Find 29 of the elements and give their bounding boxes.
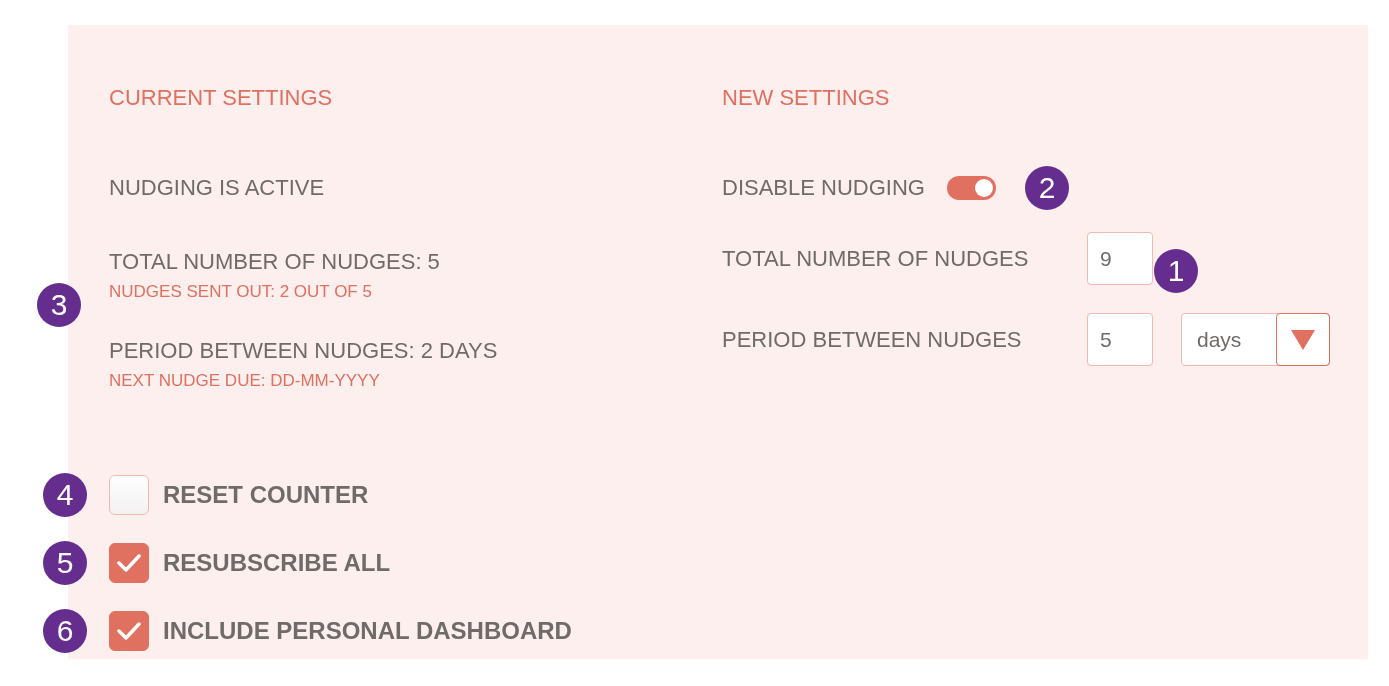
input-field[interactable]: 5 — [1087, 313, 1153, 366]
checkbox[interactable] — [109, 543, 149, 583]
unit-dropdown[interactable]: days — [1181, 313, 1330, 366]
callout-badge: 3 — [37, 283, 81, 327]
field-label: PERIOD BETWEEN NUDGES — [722, 325, 1023, 354]
input-field[interactable]: 9 — [1087, 232, 1153, 285]
callout-badge: 5 — [43, 541, 87, 585]
due-note: NEXT NUDGE DUE: DD-MM-YYYY — [109, 370, 381, 392]
checkbox-label: INCLUDE PERSONAL DASHBOARD — [163, 617, 572, 645]
field-label: TOTAL NUMBER OF NUDGES — [722, 244, 1030, 273]
callout-badge: 6 — [43, 609, 87, 653]
toggle-label: DISABLE NUDGING — [722, 174, 925, 202]
sent-note: NUDGES SENT OUT: 2 OUT OF 5 — [109, 281, 373, 303]
checkbox[interactable] — [109, 611, 149, 651]
check-icon — [117, 554, 141, 572]
callout-badge: 1 — [1154, 249, 1198, 293]
check-icon — [117, 622, 141, 640]
section-heading: CURRENT SETTINGS — [109, 84, 334, 112]
callout-badge: 4 — [43, 473, 87, 517]
period-text: PERIOD BETWEEN NUDGES: 2 DAYS — [109, 337, 499, 365]
caret-icon — [1291, 329, 1315, 350]
checkbox-label: RESET COUNTER — [163, 481, 369, 509]
checkbox-label: RESUBSCRIBE ALL — [163, 549, 391, 577]
status-text: NUDGING IS ACTIVE — [109, 174, 326, 202]
callout-badge: 2 — [1025, 166, 1069, 210]
section-heading: NEW SETTINGS — [722, 84, 891, 112]
total-text: TOTAL NUMBER OF NUDGES: 5 — [109, 248, 441, 276]
checkbox[interactable] — [109, 475, 149, 515]
toggle-switch[interactable] — [946, 176, 996, 200]
